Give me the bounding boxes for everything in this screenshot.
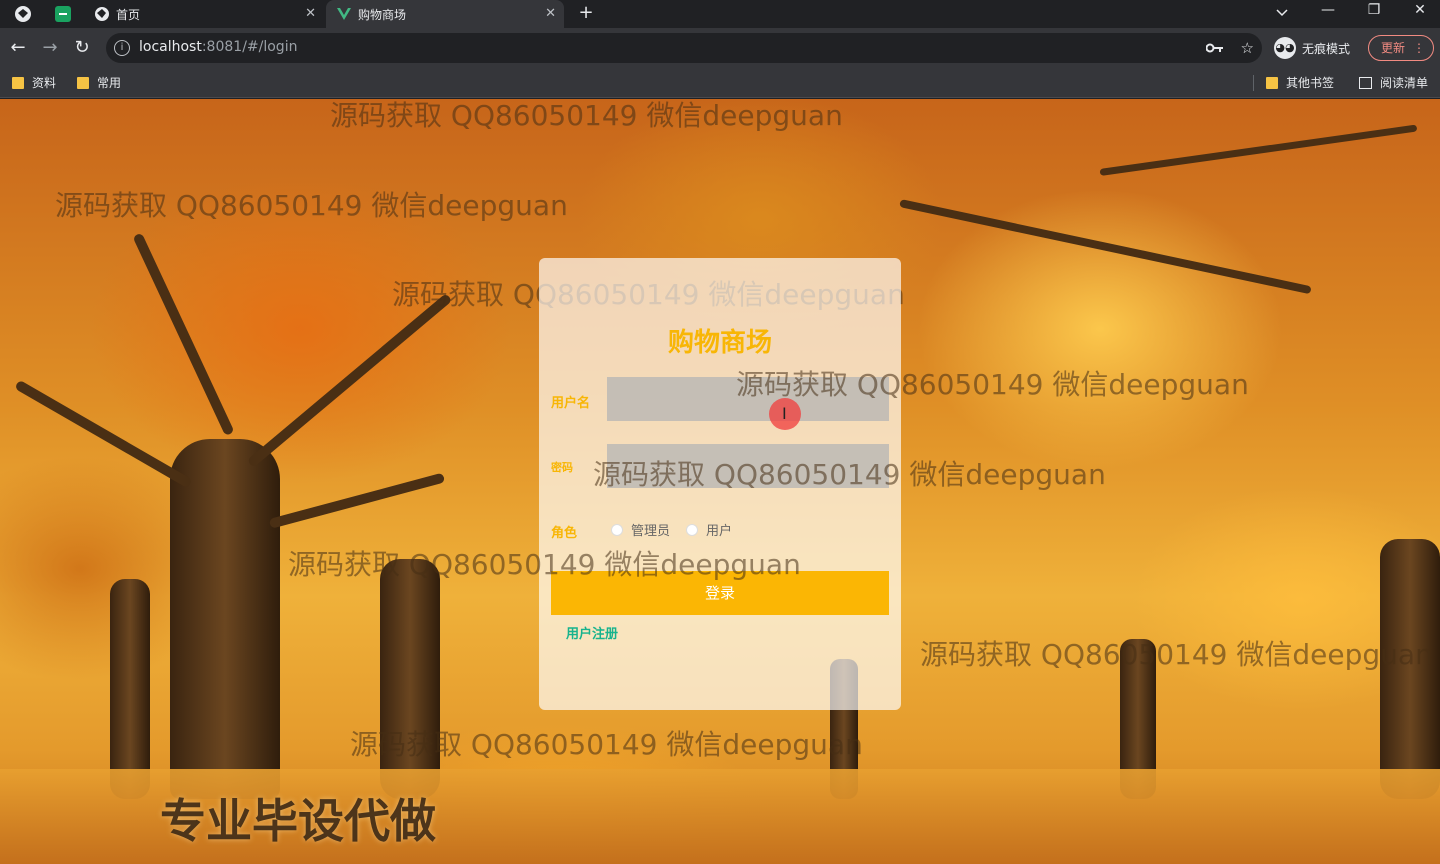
- mouse-cursor-indicator: I: [769, 398, 801, 430]
- role-option-user[interactable]: 用户: [686, 520, 732, 539]
- bookmark-folder-common[interactable]: 常用: [77, 74, 121, 91]
- tab-search-chevron-icon[interactable]: [1275, 5, 1289, 19]
- password-key-icon[interactable]: [1206, 42, 1224, 54]
- tree-branch: [132, 232, 235, 437]
- bookmark-label: 常用: [97, 76, 122, 90]
- tree-branch: [268, 472, 446, 529]
- bookmark-divider: [1253, 75, 1254, 91]
- bookmark-folder-materials[interactable]: 资料: [12, 74, 56, 91]
- bookmark-label: 其他书签: [1286, 76, 1335, 90]
- close-tab-icon[interactable]: ✕: [305, 6, 316, 21]
- watermark-text: 源码获取 QQ86050149 微信deepguan: [330, 99, 843, 132]
- restore-button[interactable]: ❐: [1362, 2, 1386, 18]
- bookmarks-bar: 资料 常用 其他书签 阅读清单: [0, 68, 1440, 98]
- role-option-label: 管理员: [631, 524, 671, 539]
- update-label: 更新: [1381, 41, 1406, 55]
- tab-shopping-mall[interactable]: 购物商场 ✕: [326, 0, 564, 28]
- promo-banner-text: 专业毕设代做: [160, 794, 436, 848]
- register-link[interactable]: 用户注册: [566, 623, 618, 642]
- url-text: localhost:8081/#/login: [139, 39, 297, 55]
- watermark-text: 源码获取 QQ86050149 微信deepguan: [55, 189, 568, 222]
- app-menu-icon[interactable]: [14, 5, 32, 23]
- close-window-button[interactable]: ✕: [1408, 2, 1432, 18]
- password-label: 密码: [551, 461, 573, 474]
- close-tab-icon[interactable]: ✕: [545, 6, 556, 21]
- site-info-icon[interactable]: i: [114, 40, 130, 56]
- role-label: 角色: [551, 526, 578, 541]
- role-selector: 管理员 用户: [611, 520, 748, 539]
- incognito-icon: ◕◕: [1274, 37, 1296, 59]
- login-page-background: 源码获取 QQ86050149 微信deepguan 源码获取 QQ860501…: [0, 99, 1440, 864]
- incognito-indicator[interactable]: ◕◕ 无痕模式: [1274, 35, 1350, 61]
- role-option-admin[interactable]: 管理员: [611, 520, 670, 539]
- bookmark-folder-other[interactable]: 其他书签: [1266, 74, 1334, 91]
- tree-trunk: [1380, 539, 1440, 799]
- minimize-button[interactable]: —: [1316, 2, 1340, 18]
- address-bar[interactable]: i localhost:8081/#/login ☆: [106, 33, 1262, 63]
- more-menu-icon[interactable]: ⋮: [1413, 36, 1425, 60]
- login-title: 购物商场: [667, 328, 772, 358]
- role-option-label: 用户: [706, 524, 733, 539]
- tab-home[interactable]: 首页 ✕: [88, 0, 324, 28]
- tree-branch: [246, 293, 453, 468]
- new-tab-button[interactable]: +: [574, 2, 598, 23]
- vue-logo-icon: [337, 8, 351, 20]
- back-arrow-icon[interactable]: ←: [6, 36, 30, 60]
- radio-button[interactable]: [611, 523, 623, 536]
- reload-icon[interactable]: ↻: [70, 36, 94, 60]
- url-path: :8081/#/login: [201, 39, 298, 55]
- text-cursor-icon: I: [782, 404, 787, 423]
- tree-branch: [1099, 124, 1418, 176]
- bookmark-label: 资料: [32, 76, 57, 90]
- tree-trunk: [170, 439, 280, 799]
- tree-trunk: [380, 559, 440, 799]
- username-label: 用户名: [551, 396, 591, 411]
- browser-toolbar: ← → ↻ i localhost:8081/#/login ☆ ◕◕ 无痕模式…: [0, 28, 1440, 68]
- tree-branch: [899, 199, 1312, 295]
- pinned-tab-icon[interactable]: [54, 5, 72, 23]
- bookmark-star-icon[interactable]: ☆: [1241, 39, 1254, 57]
- bookmark-label: 阅读清单: [1380, 76, 1429, 90]
- update-button[interactable]: 更新 ⋮: [1368, 35, 1434, 61]
- tab-title: 购物商场: [358, 7, 407, 22]
- incognito-label: 无痕模式: [1302, 41, 1351, 56]
- watermark-text: 源码获取 QQ86050149 微信deepguan: [920, 638, 1433, 671]
- folder-icon: [1266, 76, 1278, 89]
- login-button[interactable]: 登录: [551, 571, 889, 615]
- password-input[interactable]: [607, 444, 889, 488]
- url-host: localhost: [139, 39, 202, 55]
- tab-title: 首页: [116, 7, 141, 22]
- radio-button[interactable]: [686, 523, 699, 536]
- username-input[interactable]: [607, 377, 889, 421]
- folder-icon: [77, 76, 89, 89]
- login-card: 购物商场 用户名 密码 角色 管理员 用户 登录 用户注册: [539, 258, 901, 710]
- reading-list-icon: [1359, 76, 1372, 89]
- tree-branch: [14, 379, 193, 489]
- folder-icon: [12, 76, 24, 89]
- globe-icon: [95, 7, 109, 21]
- tree-trunk: [110, 579, 150, 799]
- tab-bar: 首页 ✕ 购物商场 ✕ + — ❐ ✕: [0, 0, 1440, 28]
- reading-list-button[interactable]: 阅读清单: [1359, 74, 1428, 91]
- forward-arrow-icon[interactable]: →: [38, 36, 62, 60]
